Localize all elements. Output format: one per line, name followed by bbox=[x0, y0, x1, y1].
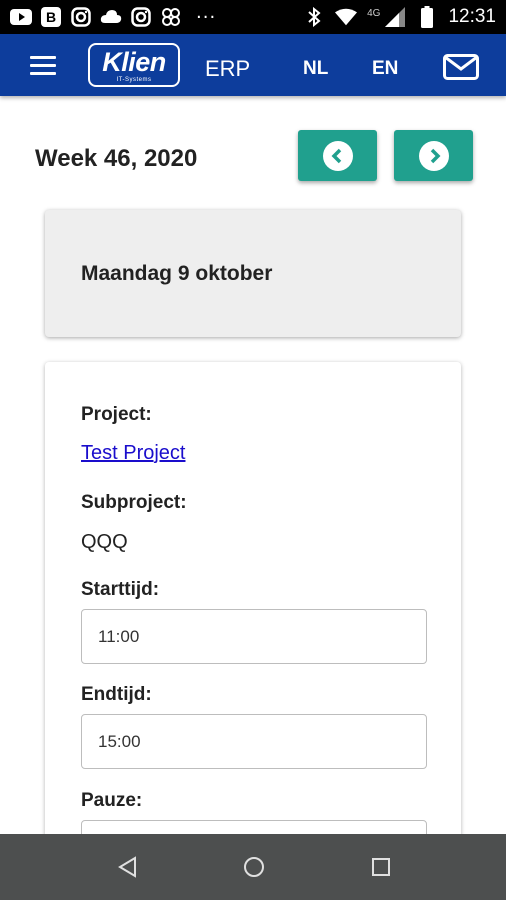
more-notifications-icon: ··· bbox=[196, 6, 217, 28]
next-week-button[interactable] bbox=[394, 130, 473, 181]
wifi-icon bbox=[335, 7, 358, 27]
recent-apps-icon[interactable] bbox=[368, 854, 394, 880]
klien-logo[interactable]: Klien IT-Systems bbox=[88, 43, 180, 87]
status-bar-system: 4G 12:31 bbox=[303, 6, 496, 28]
pause-label: Pauze: bbox=[81, 790, 143, 811]
hamburger-menu-icon[interactable] bbox=[30, 56, 60, 78]
home-icon[interactable] bbox=[241, 854, 267, 880]
chevron-left-icon bbox=[322, 140, 353, 171]
instagram-icon bbox=[70, 7, 92, 27]
clock: 12:31 bbox=[448, 6, 496, 27]
previous-week-button[interactable] bbox=[298, 130, 377, 181]
signal-icon bbox=[384, 7, 406, 27]
start-time-input[interactable]: 11:00 bbox=[81, 609, 427, 664]
project-link[interactable]: Test Project bbox=[81, 442, 185, 465]
status-bar: B ··· 4G 12:31 bbox=[0, 0, 506, 34]
logo-text: Klien bbox=[102, 47, 166, 77]
b-icon: B bbox=[40, 7, 62, 27]
svg-text:B: B bbox=[46, 9, 56, 25]
day-title: Maandag 9 oktober bbox=[81, 262, 273, 285]
fan-icon bbox=[160, 7, 182, 27]
subproject-label: Subproject: bbox=[81, 492, 187, 513]
battery-icon bbox=[416, 6, 438, 28]
end-time-label: Endtijd: bbox=[81, 684, 152, 705]
youtube-icon bbox=[10, 7, 32, 27]
chevron-right-icon bbox=[418, 140, 449, 171]
time-entry-card: Project: Test Project Subproject: QQQ St… bbox=[45, 362, 461, 882]
network-type-label: 4G bbox=[367, 7, 381, 19]
cloud-icon bbox=[100, 7, 122, 27]
mail-icon[interactable] bbox=[443, 54, 479, 80]
language-nl-link[interactable]: NL bbox=[303, 58, 328, 80]
instagram-icon bbox=[130, 7, 152, 27]
week-title: Week 46, 2020 bbox=[35, 145, 198, 172]
app-bar: Klien IT-Systems ERP NL EN bbox=[0, 34, 506, 96]
bluetooth-icon bbox=[303, 7, 325, 27]
language-en-link[interactable]: EN bbox=[372, 58, 398, 80]
start-time-label: Starttijd: bbox=[81, 579, 160, 600]
end-time-input[interactable]: 15:00 bbox=[81, 714, 427, 769]
day-card: Maandag 9 oktober bbox=[45, 210, 461, 337]
subproject-value: QQQ bbox=[81, 531, 128, 553]
back-icon[interactable] bbox=[115, 854, 141, 880]
system-navigation-bar bbox=[0, 834, 506, 900]
project-label: Project: bbox=[81, 404, 152, 425]
status-bar-notifications: B ··· bbox=[10, 7, 216, 28]
erp-link[interactable]: ERP bbox=[205, 56, 250, 82]
logo-subtext: IT-Systems bbox=[116, 77, 152, 83]
